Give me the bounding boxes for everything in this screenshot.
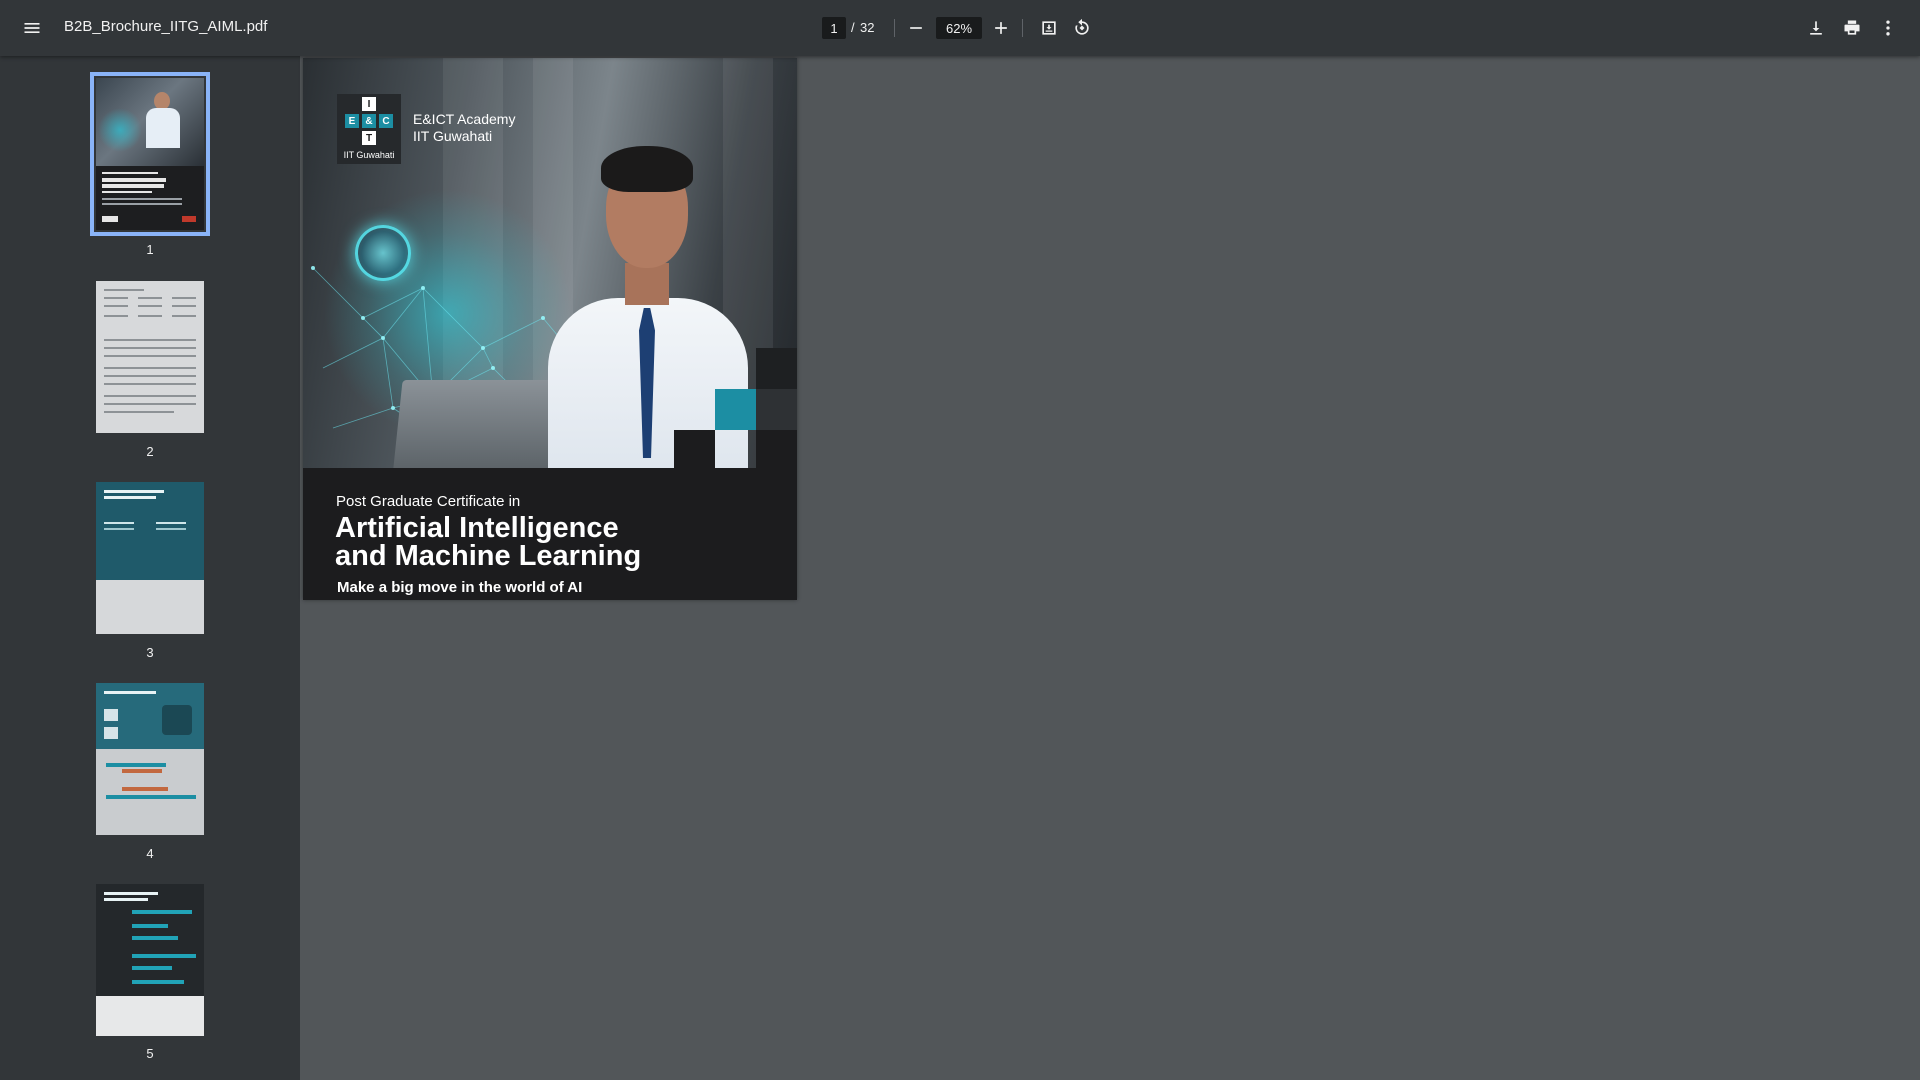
minus-icon [910,27,922,29]
pdf-toolbar: B2B_Brochure_IITG_AIML.pdf / 32 [0,0,1920,56]
plus-icon [995,22,1007,34]
page-thumbnail-3[interactable] [96,482,204,634]
page-thumbnail-1[interactable] [90,72,210,236]
thumbnail-photo [96,78,204,166]
academy-name: E&ICT Academy [413,111,516,127]
document-title: B2B_Brochure_IITG_AIML.pdf [64,18,268,35]
download-icon [1810,21,1822,35]
rotate-button[interactable] [1066,12,1098,44]
thumbnail-label: 2 [146,444,154,459]
download-button[interactable] [1800,12,1832,44]
eict-logo: I E & C T IIT Guwahati [337,94,401,164]
thumbnail-label: 4 [146,846,154,861]
toolbar-divider [894,19,895,37]
print-icon [1844,20,1860,35]
page-separator: / [851,20,855,35]
menu-button[interactable] [16,12,48,44]
rotate-icon [1075,18,1089,35]
laptop [393,380,573,468]
thumbnail-label: 5 [146,1046,154,1061]
page-number-input[interactable] [822,17,846,39]
institute-name: IIT Guwahati [413,128,493,144]
logo-caption: IIT Guwahati [343,150,395,160]
zoom-in-button[interactable] [985,12,1017,44]
toolbar-divider [1022,19,1023,37]
pdf-page: I E & C T IIT Guwahati E&ICT Academy IIT… [303,58,797,600]
thumbnail-label: 3 [146,645,154,660]
thumbnail-sidebar: 1 2 3 4 5 [0,56,300,1080]
menu-icon [24,23,40,33]
page-thumbnail-5[interactable] [96,884,204,1036]
fit-to-page-button[interactable] [1033,12,1065,44]
page-count: 32 [860,20,875,35]
more-vert-icon [1886,20,1890,36]
more-options-button[interactable] [1872,12,1904,44]
page-thumbnail-4[interactable] [96,683,204,835]
zoom-out-button[interactable] [900,12,932,44]
print-button[interactable] [1836,12,1868,44]
tagline: Make a big move in the world of AI [337,579,583,596]
fit-page-icon [1042,21,1056,35]
zoom-level-input[interactable] [936,17,982,39]
certificate-subtitle: Post Graduate Certificate in [336,493,521,510]
program-title-line2: and Machine Learning [335,540,642,572]
thumbnail-label: 1 [146,242,154,257]
page-thumbnail-2[interactable] [96,281,204,433]
